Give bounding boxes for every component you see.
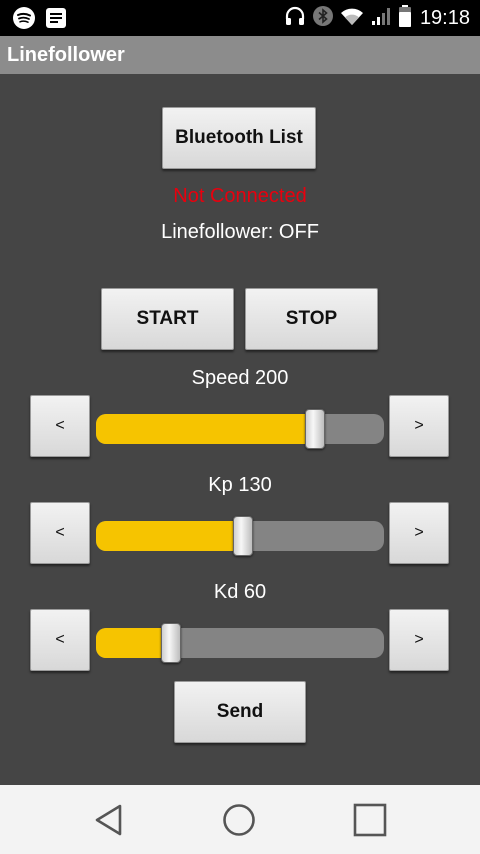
- navigation-bar: [0, 785, 480, 854]
- speed-decrease-button[interactable]: <: [30, 395, 90, 457]
- status-bar-right-icons: 19:18: [284, 4, 470, 33]
- bluetooth-icon: [312, 5, 334, 32]
- kd-slider-track[interactable]: [96, 628, 384, 658]
- kp-decrease-button[interactable]: <: [30, 502, 90, 564]
- status-bar-clock: 19:18: [419, 7, 470, 29]
- battery-icon: [398, 4, 412, 33]
- start-button[interactable]: START: [101, 288, 234, 350]
- status-bar-left-icons: [12, 6, 68, 35]
- kd-slider-thumb[interactable]: [160, 623, 181, 663]
- kp-slider-fill: [96, 521, 243, 551]
- connection-status: Not Connected: [173, 185, 307, 207]
- wifi-icon: [340, 5, 364, 32]
- stop-button[interactable]: STOP: [245, 288, 378, 350]
- kd-decrease-button[interactable]: <: [30, 609, 90, 671]
- speed-increase-button[interactable]: >: [389, 395, 449, 457]
- kd-label: Kd 60: [213, 581, 267, 603]
- app-title: Linefollower: [7, 44, 125, 66]
- recents-icon[interactable]: [353, 803, 387, 842]
- cell-signal-icon: [370, 5, 392, 32]
- notes-icon: [44, 6, 68, 35]
- speed-slider-thumb[interactable]: [304, 409, 325, 449]
- kp-slider-thumb[interactable]: [232, 516, 253, 556]
- back-icon[interactable]: [92, 803, 126, 842]
- speed-label: Speed 200: [191, 367, 289, 389]
- linefollower-status: Linefollower: OFF: [161, 221, 319, 243]
- kp-increase-button[interactable]: >: [389, 502, 449, 564]
- status-bar: 19:18: [0, 0, 480, 36]
- app-title-bar: Linefollower: [0, 36, 480, 74]
- kd-slider-fill: [96, 628, 171, 658]
- home-icon[interactable]: [222, 803, 256, 842]
- kp-label: Kp 130: [208, 474, 272, 496]
- bluetooth-list-button[interactable]: Bluetooth List: [162, 107, 316, 169]
- speed-slider-track[interactable]: [96, 414, 384, 444]
- speed-slider-fill: [96, 414, 315, 444]
- spotify-icon: [12, 6, 36, 35]
- send-button[interactable]: Send: [174, 681, 306, 743]
- kd-increase-button[interactable]: >: [389, 609, 449, 671]
- headphones-icon: [284, 5, 306, 32]
